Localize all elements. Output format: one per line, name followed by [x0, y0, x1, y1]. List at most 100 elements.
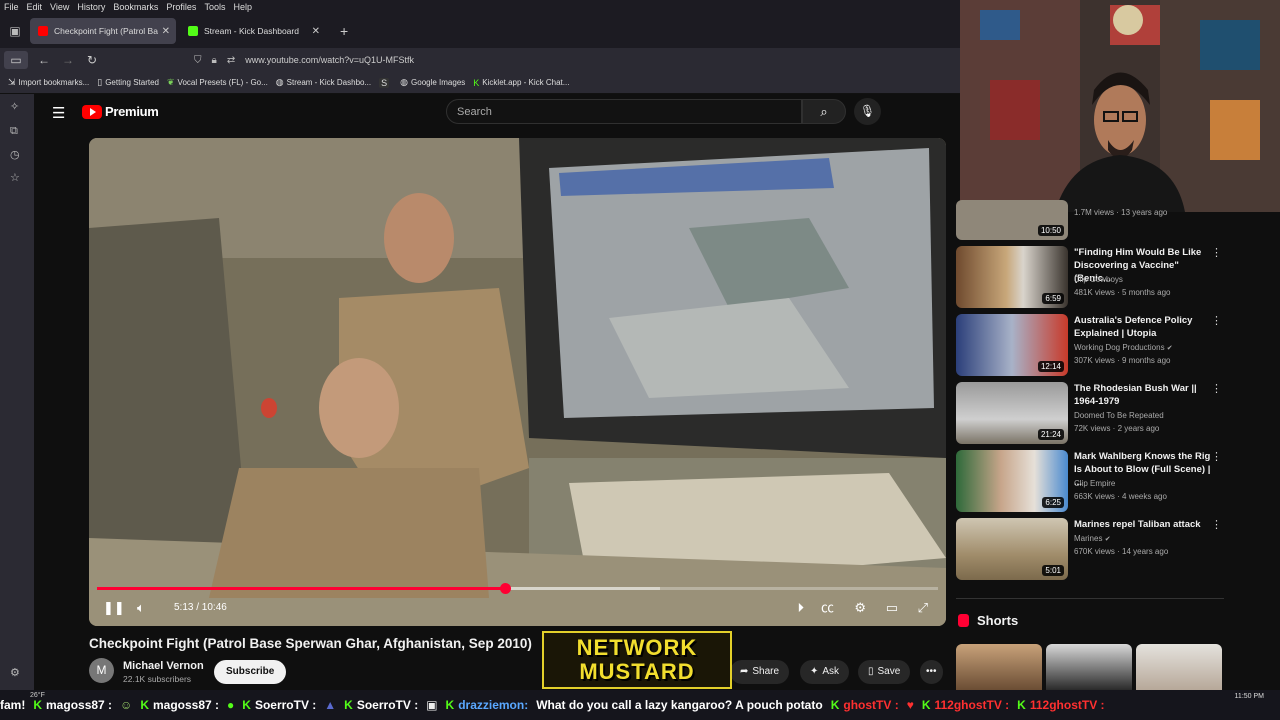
video-meta: 307K views · 9 months ago	[1074, 356, 1171, 365]
bookmarks-star-icon[interactable]: ☆	[10, 171, 20, 184]
kick-favicon-icon	[188, 26, 198, 36]
kick-icon: K	[473, 77, 480, 88]
video-thumbnail[interactable]: 6:59	[956, 246, 1068, 308]
channel-avatar[interactable]: M	[89, 658, 114, 683]
menu-history[interactable]: History	[77, 2, 105, 12]
more-actions-button[interactable]: •••	[920, 660, 943, 684]
bookmarks-bar: ⇲ Import bookmarks... ▯ Getting Started ❦ V…	[0, 72, 960, 94]
search-button[interactable]: ⌕	[802, 99, 846, 124]
sidebar-toggle-icon[interactable]: ▭	[4, 51, 28, 69]
subscribe-button[interactable]: Subscribe	[214, 660, 287, 684]
forward-icon[interactable]: →	[56, 53, 80, 67]
shorts-icon	[958, 614, 969, 627]
more-vertical-icon[interactable]: ⋮	[1211, 450, 1222, 463]
close-tab-icon[interactable]: ✕	[312, 26, 320, 37]
navigation-bar: ▭ ← → ↻ ⛉ 🔒︎ ⇄ www.youtube.com/watch?v=u…	[0, 48, 960, 72]
settings-gear-icon[interactable]: ⚙	[10, 666, 20, 679]
theater-mode-icon[interactable]: ▭	[886, 600, 898, 616]
menu-tools[interactable]: Tools	[204, 2, 225, 12]
short-thumbnail[interactable]	[1046, 644, 1132, 690]
recommendation-item[interactable]: 5:01 Marines repel Taliban attack Marine…	[956, 518, 1224, 580]
video-thumbnail[interactable]: 5:01	[956, 518, 1068, 580]
video-title[interactable]: Marines repel Taliban attack	[1074, 518, 1212, 531]
search-input[interactable]: Search	[446, 99, 802, 124]
browser-sidebar: ✧ ⧉ ◷ ☆ ⚙	[0, 94, 34, 690]
synced-tabs-icon[interactable]: ⧉	[10, 125, 18, 138]
ticker-user: K SoerroTV :	[344, 698, 419, 712]
ai-sparkle-icon[interactable]: ✧	[10, 100, 19, 113]
channel-name[interactable]: Marines ✔	[1074, 534, 1111, 543]
tab-youtube[interactable]: Checkpoint Fight (Patrol Ba ✕	[30, 18, 176, 44]
more-vertical-icon[interactable]: ⋮	[1211, 314, 1222, 327]
menu-view[interactable]: View	[50, 2, 69, 12]
lock-icon[interactable]: 🔒︎	[212, 55, 217, 66]
menu-edit[interactable]: Edit	[27, 2, 43, 12]
short-thumbnail[interactable]	[956, 644, 1042, 690]
short-thumbnail[interactable]	[1136, 644, 1222, 690]
reload-icon[interactable]: ↻	[80, 53, 104, 67]
ticker-user: K 112ghostTV :	[921, 698, 1010, 712]
shield-icon[interactable]: ⛉	[194, 55, 202, 66]
menu-bookmarks[interactable]: Bookmarks	[113, 2, 158, 12]
bookmark-import[interactable]: ⇲ Import bookmarks...	[8, 77, 89, 88]
channel-name[interactable]: Doomed To Be Repeated	[1074, 411, 1164, 420]
recommendation-item[interactable]: 21:24 The Rhodesian Bush War || 1964-197…	[956, 382, 1224, 444]
recommendation-item[interactable]: 6:25 Mark Wahlberg Knows the Rig Is Abou…	[956, 450, 1224, 512]
more-vertical-icon[interactable]: ⋮	[1211, 382, 1222, 395]
ticker-message: fam!	[0, 698, 26, 712]
channel-name[interactable]: Michael Vernon	[123, 660, 204, 672]
menu-hamburger-icon[interactable]: ☰	[52, 104, 65, 122]
bookmark-kicklet[interactable]: K Kicklet.app - Kick Chat...	[473, 78, 569, 88]
tab-overview-icon[interactable]: ▣	[0, 24, 30, 38]
bookmark-kick-dashboard[interactable]: ◍ Stream - Kick Dashbo...	[276, 77, 371, 88]
voice-search-button[interactable]: 🎙︎	[854, 98, 881, 125]
more-vertical-icon[interactable]: ⋮	[1211, 246, 1222, 259]
scrubber-handle[interactable]	[499, 583, 511, 594]
menu-file[interactable]: File	[4, 2, 19, 12]
history-icon[interactable]: ◷	[10, 148, 20, 161]
autoplay-toggle-icon[interactable]: ⏵	[798, 600, 805, 616]
settings-icon[interactable]: ⚙	[854, 600, 866, 616]
bookmark-getting-started[interactable]: ▯ Getting Started	[97, 77, 159, 88]
fullscreen-icon[interactable]: ⤢	[918, 600, 928, 616]
close-tab-icon[interactable]: ✕	[162, 26, 170, 37]
tab-kick-dashboard[interactable]: Stream - Kick Dashboard ✕	[180, 18, 326, 44]
ask-button[interactable]: ✦ Ask	[800, 660, 850, 684]
video-thumbnail[interactable]: 21:24	[956, 382, 1068, 444]
more-vertical-icon[interactable]: ⋮	[1211, 518, 1222, 531]
share-button[interactable]: ➦ Share	[730, 660, 790, 684]
video-title[interactable]: The Rhodesian Bush War || 1964-1979	[1074, 382, 1212, 408]
leaf-icon: ❦	[167, 77, 175, 87]
video-thumbnail[interactable]: 12:14	[956, 314, 1068, 376]
progress-bar[interactable]	[97, 583, 938, 594]
volume-icon[interactable]: 🔈︎	[137, 600, 145, 616]
tab-label: Checkpoint Fight (Patrol Ba	[54, 26, 158, 36]
video-thumbnail[interactable]: 10:50	[956, 200, 1068, 240]
url-text[interactable]: www.youtube.com/watch?v=uQ1U-MFStfk	[245, 55, 414, 65]
video-player[interactable]: ❚❚ 🔈︎ 5:13 / 10:46 ⏵ ㏄ ⚙ ▭ ⤢	[89, 138, 946, 626]
url-bar[interactable]: ⛉ 🔒︎ ⇄ www.youtube.com/watch?v=uQ1U-MFSt…	[194, 50, 952, 70]
video-title[interactable]: Australia's Defence Policy Explained | U…	[1074, 314, 1212, 340]
menu-help[interactable]: Help	[233, 2, 252, 12]
channel-name[interactable]: Clip Cowboys	[1074, 275, 1123, 284]
menu-profiles[interactable]: Profiles	[166, 2, 196, 12]
bookmark-google-images[interactable]: ◍ Google Images	[400, 77, 465, 88]
youtube-premium-logo[interactable]: Premium	[82, 104, 159, 119]
captions-icon[interactable]: ㏄	[821, 597, 834, 616]
ticker-emote-icon: ▣	[426, 698, 438, 712]
ticker-emote-icon: ▲	[324, 698, 337, 712]
taskbar-clock: 11:50 PM	[1234, 693, 1264, 700]
back-icon[interactable]: ←	[32, 53, 56, 67]
channel-name[interactable]: Clip Empire	[1074, 479, 1115, 488]
recommendation-item[interactable]: 12:14 Australia's Defence Policy Explain…	[956, 314, 1224, 376]
bookmark-vocal-presets[interactable]: ❦ Vocal Presets (FL) - Go...	[167, 77, 268, 88]
permissions-icon[interactable]: ⇄	[227, 55, 235, 66]
pause-icon[interactable]: ❚❚	[103, 600, 125, 616]
video-thumbnail[interactable]: 6:25	[956, 450, 1068, 512]
new-tab-icon[interactable]: +	[340, 23, 348, 39]
channel-name[interactable]: Working Dog Productions ✔	[1074, 343, 1173, 352]
bookmark-s[interactable]: S	[379, 77, 392, 88]
save-button[interactable]: ▯ Save	[858, 660, 911, 684]
youtube-play-logo-icon	[82, 104, 102, 119]
recommendation-item[interactable]: 6:59 "Finding Him Would Be Like Discover…	[956, 246, 1224, 308]
